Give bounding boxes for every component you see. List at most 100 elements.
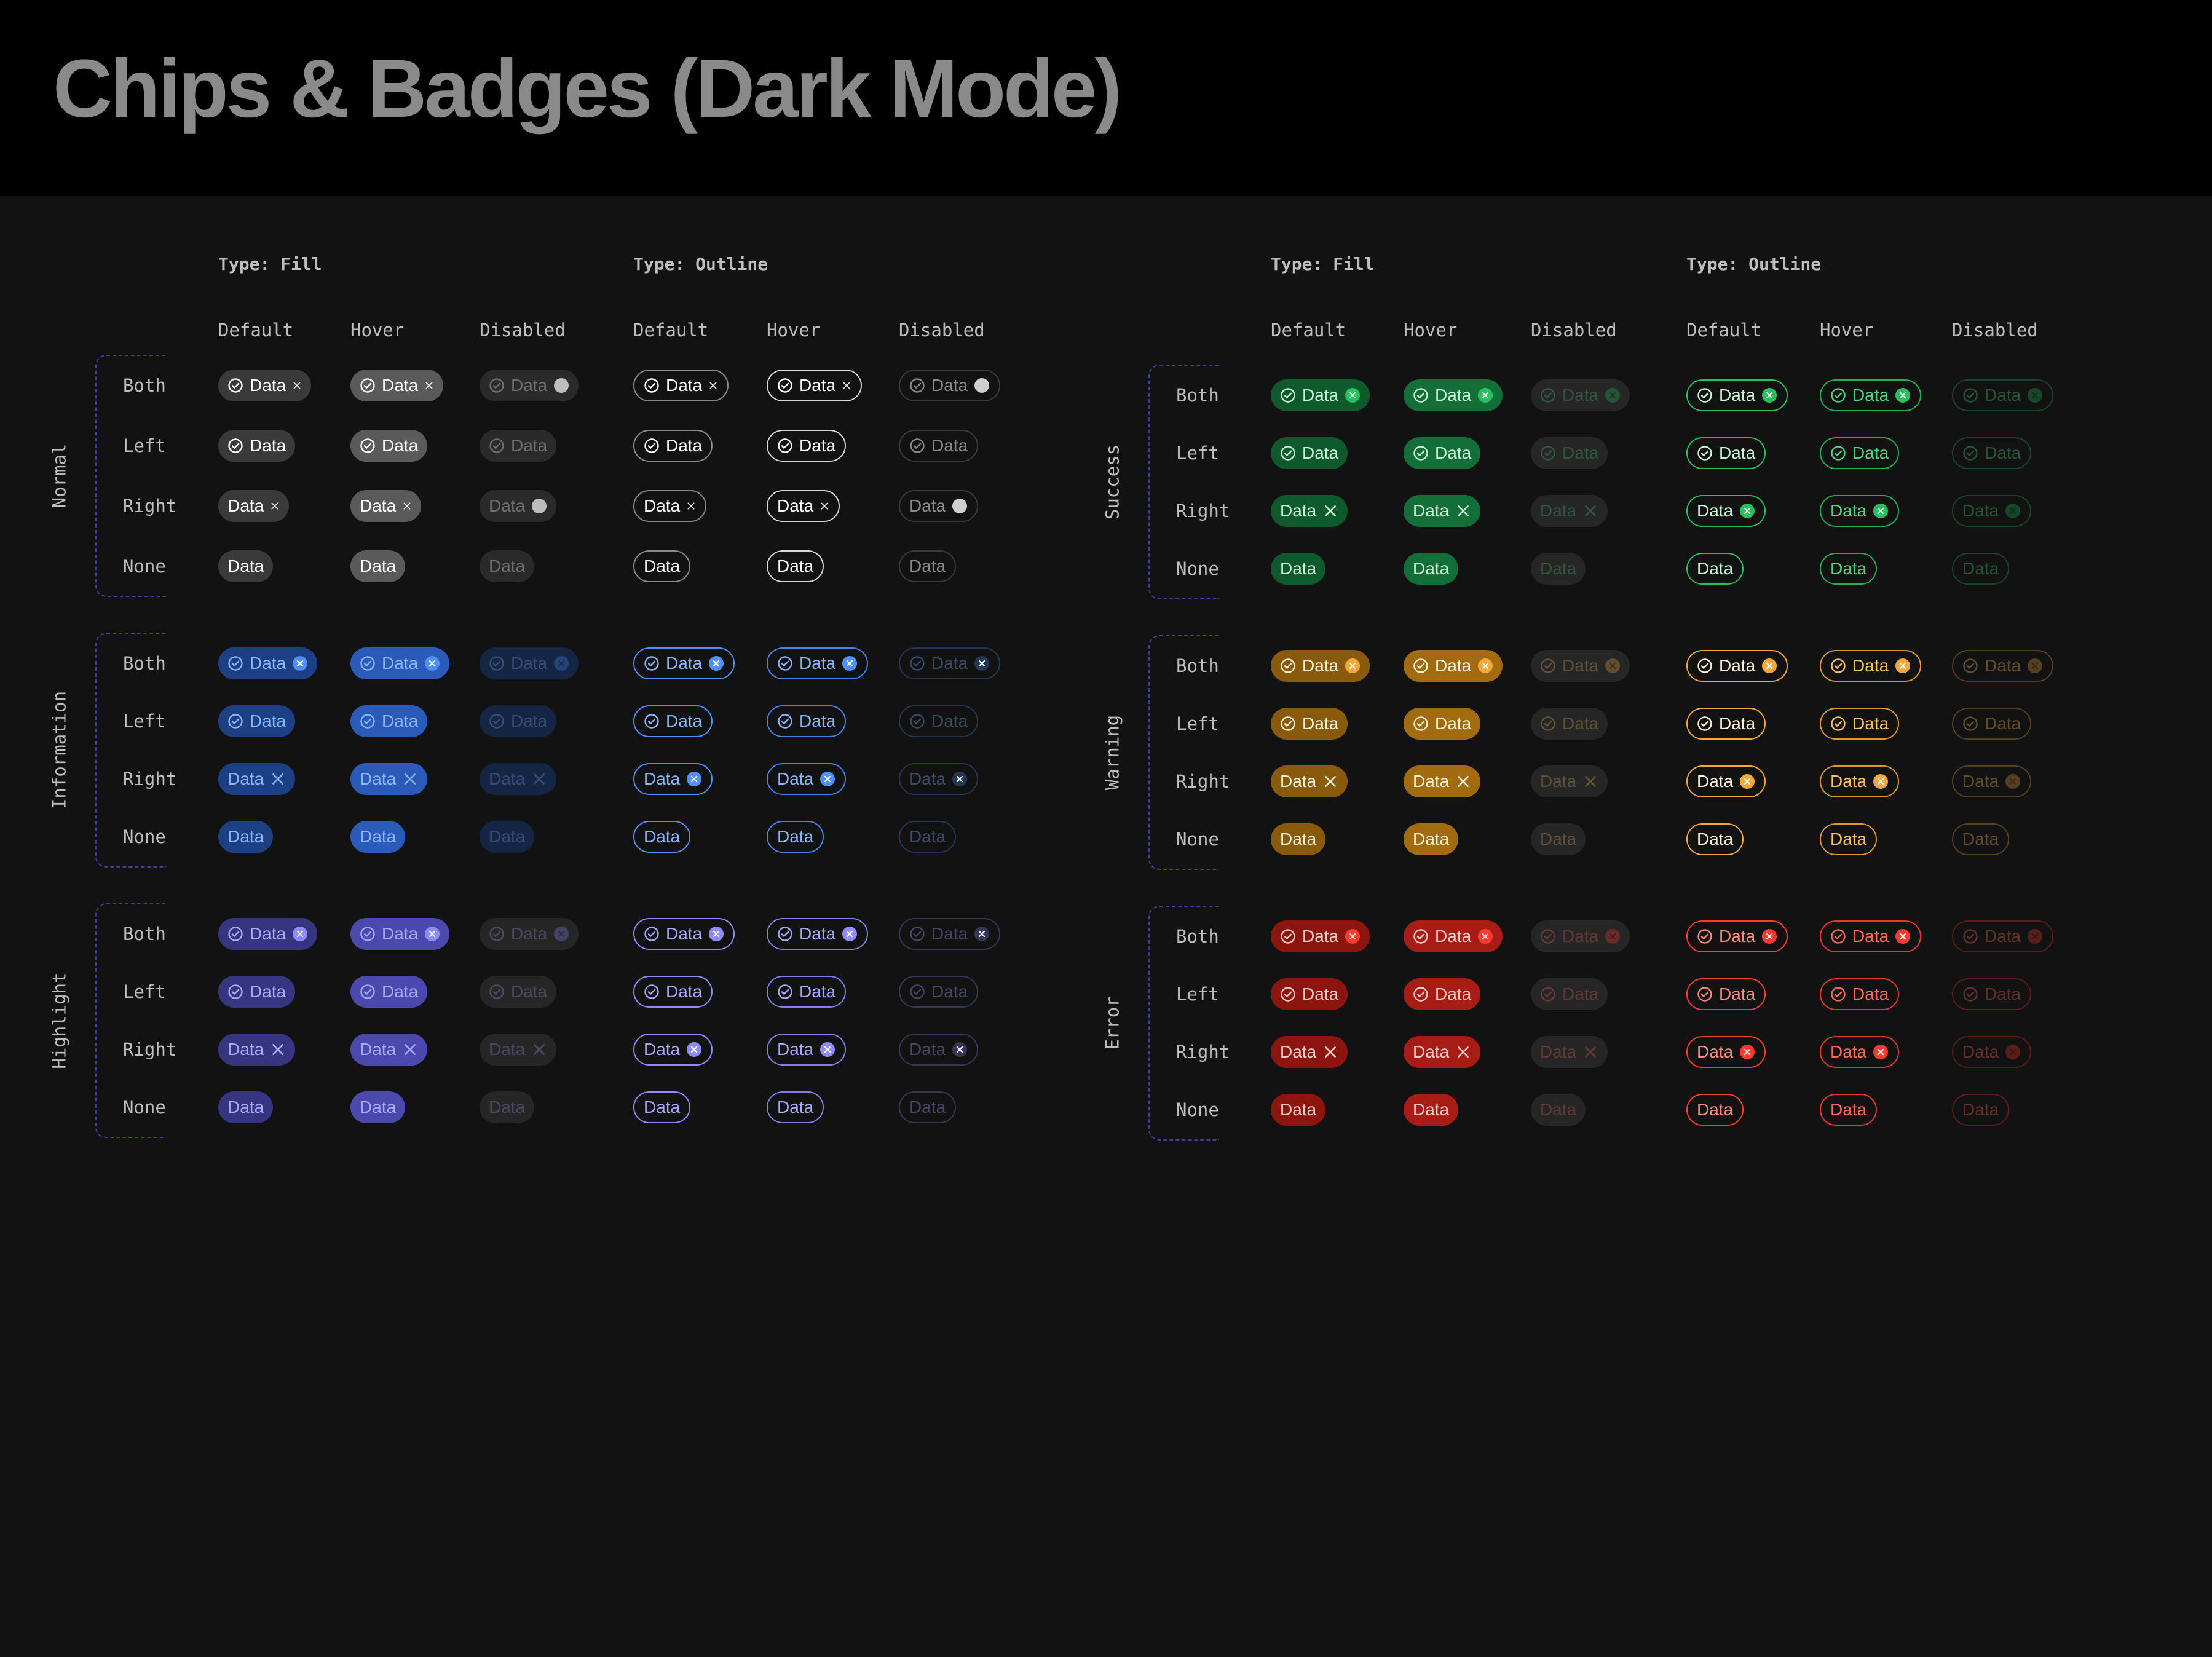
chip-success-left-fill-hover[interactable]: Data [1404,437,1481,469]
close-icon[interactable] [1455,1044,1471,1060]
chip-highlight-left-outline-hover[interactable]: Data [767,976,847,1008]
close-icon[interactable] [1873,503,1889,519]
chip-warning-none-fill-default[interactable]: Data [1271,823,1326,855]
chip-error-none-fill-hover[interactable]: Data [1404,1094,1459,1126]
close-icon[interactable] [1345,387,1361,403]
close-icon[interactable] [1322,773,1338,789]
chip-success-right-fill-default[interactable]: Data [1271,495,1348,527]
chip-normal-left-fill-default[interactable]: Data [218,430,296,462]
chip-error-both-outline-hover[interactable]: Data [1820,920,1922,952]
close-icon[interactable] [402,1042,418,1058]
chip-success-none-outline-default[interactable]: Data [1686,553,1744,585]
close-icon[interactable] [402,501,412,511]
close-icon[interactable] [820,771,835,787]
chip-error-left-fill-default[interactable]: Data [1271,978,1348,1010]
close-icon[interactable] [1739,503,1755,519]
chip-success-both-outline-default[interactable]: Data [1686,379,1788,411]
close-icon[interactable] [820,1042,835,1058]
chip-normal-none-outline-hover[interactable]: Data [767,550,824,582]
chip-information-left-outline-hover[interactable]: Data [767,705,847,737]
chip-warning-right-fill-default[interactable]: Data [1271,765,1348,797]
chip-information-none-fill-default[interactable]: Data [218,821,274,853]
chip-success-both-fill-default[interactable]: Data [1271,379,1370,411]
chip-warning-none-outline-hover[interactable]: Data [1820,823,1878,855]
close-icon[interactable] [1873,773,1889,789]
chip-information-both-outline-hover[interactable]: Data [767,647,869,679]
chip-information-both-outline-default[interactable]: Data [633,647,735,679]
close-icon[interactable] [1761,387,1777,403]
chip-information-none-fill-hover[interactable]: Data [350,821,406,853]
chip-information-both-fill-hover[interactable]: Data [350,647,450,679]
close-icon[interactable] [1322,1044,1338,1060]
close-icon[interactable] [424,655,440,671]
chip-warning-both-outline-hover[interactable]: Data [1820,650,1922,682]
close-icon[interactable] [1761,928,1777,944]
chip-normal-none-fill-hover[interactable]: Data [350,550,406,582]
chip-success-none-fill-default[interactable]: Data [1271,553,1326,585]
close-icon[interactable] [1895,658,1911,674]
chip-success-left-outline-hover[interactable]: Data [1820,437,1900,469]
chip-normal-none-fill-default[interactable]: Data [218,550,274,582]
chip-highlight-right-fill-default[interactable]: Data [218,1034,296,1066]
chip-error-left-fill-hover[interactable]: Data [1404,978,1481,1010]
chip-information-right-outline-hover[interactable]: Data [767,763,847,795]
chip-warning-both-fill-default[interactable]: Data [1271,650,1370,682]
close-icon[interactable] [1477,928,1493,944]
chip-information-left-fill-default[interactable]: Data [218,705,296,737]
chip-highlight-both-fill-hover[interactable]: Data [350,918,450,950]
close-icon[interactable] [402,771,418,787]
chip-warning-left-fill-default[interactable]: Data [1271,708,1348,740]
close-icon[interactable] [1739,773,1755,789]
chip-normal-left-outline-default[interactable]: Data [633,430,713,462]
close-icon[interactable] [424,926,440,942]
chip-error-left-outline-default[interactable]: Data [1686,978,1766,1010]
chip-success-right-fill-hover[interactable]: Data [1404,495,1481,527]
close-icon[interactable] [708,655,724,671]
close-icon[interactable] [1345,658,1361,674]
chip-error-right-fill-hover[interactable]: Data [1404,1036,1481,1068]
chip-success-none-outline-hover[interactable]: Data [1820,553,1878,585]
close-icon[interactable] [686,501,696,511]
chip-normal-left-fill-hover[interactable]: Data [350,430,428,462]
chip-warning-left-fill-hover[interactable]: Data [1404,708,1481,740]
close-icon[interactable] [686,771,702,787]
chip-warning-none-fill-hover[interactable]: Data [1404,823,1459,855]
close-icon[interactable] [1455,503,1471,519]
close-icon[interactable] [292,381,302,390]
close-icon[interactable] [1345,928,1361,944]
close-icon[interactable] [1895,387,1911,403]
close-icon[interactable] [270,501,280,511]
chip-error-right-outline-default[interactable]: Data [1686,1036,1766,1068]
close-icon[interactable] [1739,1044,1755,1060]
close-icon[interactable] [686,1042,702,1058]
close-icon[interactable] [292,926,308,942]
close-icon[interactable] [1322,503,1338,519]
chip-highlight-none-fill-default[interactable]: Data [218,1091,274,1123]
chip-information-none-outline-default[interactable]: Data [633,821,691,853]
chip-highlight-right-outline-default[interactable]: Data [633,1034,713,1066]
close-icon[interactable] [842,926,858,942]
close-icon[interactable] [1455,773,1471,789]
chip-success-both-outline-hover[interactable]: Data [1820,379,1922,411]
chip-highlight-none-fill-hover[interactable]: Data [350,1091,406,1123]
chip-error-none-outline-default[interactable]: Data [1686,1094,1744,1126]
close-icon[interactable] [1477,387,1493,403]
chip-highlight-left-outline-default[interactable]: Data [633,976,713,1008]
chip-success-left-outline-default[interactable]: Data [1686,437,1766,469]
chip-highlight-none-outline-hover[interactable]: Data [767,1091,824,1123]
chip-success-both-fill-hover[interactable]: Data [1404,379,1503,411]
chip-warning-both-fill-hover[interactable]: Data [1404,650,1503,682]
chip-normal-right-fill-default[interactable]: Data [218,490,290,522]
chip-normal-both-outline-default[interactable]: Data [633,370,729,401]
chip-error-both-outline-default[interactable]: Data [1686,920,1788,952]
chip-warning-right-outline-hover[interactable]: Data [1820,765,1900,797]
chip-normal-right-fill-hover[interactable]: Data [350,490,422,522]
close-icon[interactable] [1477,658,1493,674]
chip-information-right-fill-hover[interactable]: Data [350,763,428,795]
chip-error-both-fill-default[interactable]: Data [1271,920,1370,952]
chip-highlight-none-outline-default[interactable]: Data [633,1091,691,1123]
chip-normal-right-outline-hover[interactable]: Data [767,490,840,522]
chip-normal-both-fill-hover[interactable]: Data [350,370,444,401]
close-icon[interactable] [820,501,829,511]
chip-highlight-both-fill-default[interactable]: Data [218,918,318,950]
